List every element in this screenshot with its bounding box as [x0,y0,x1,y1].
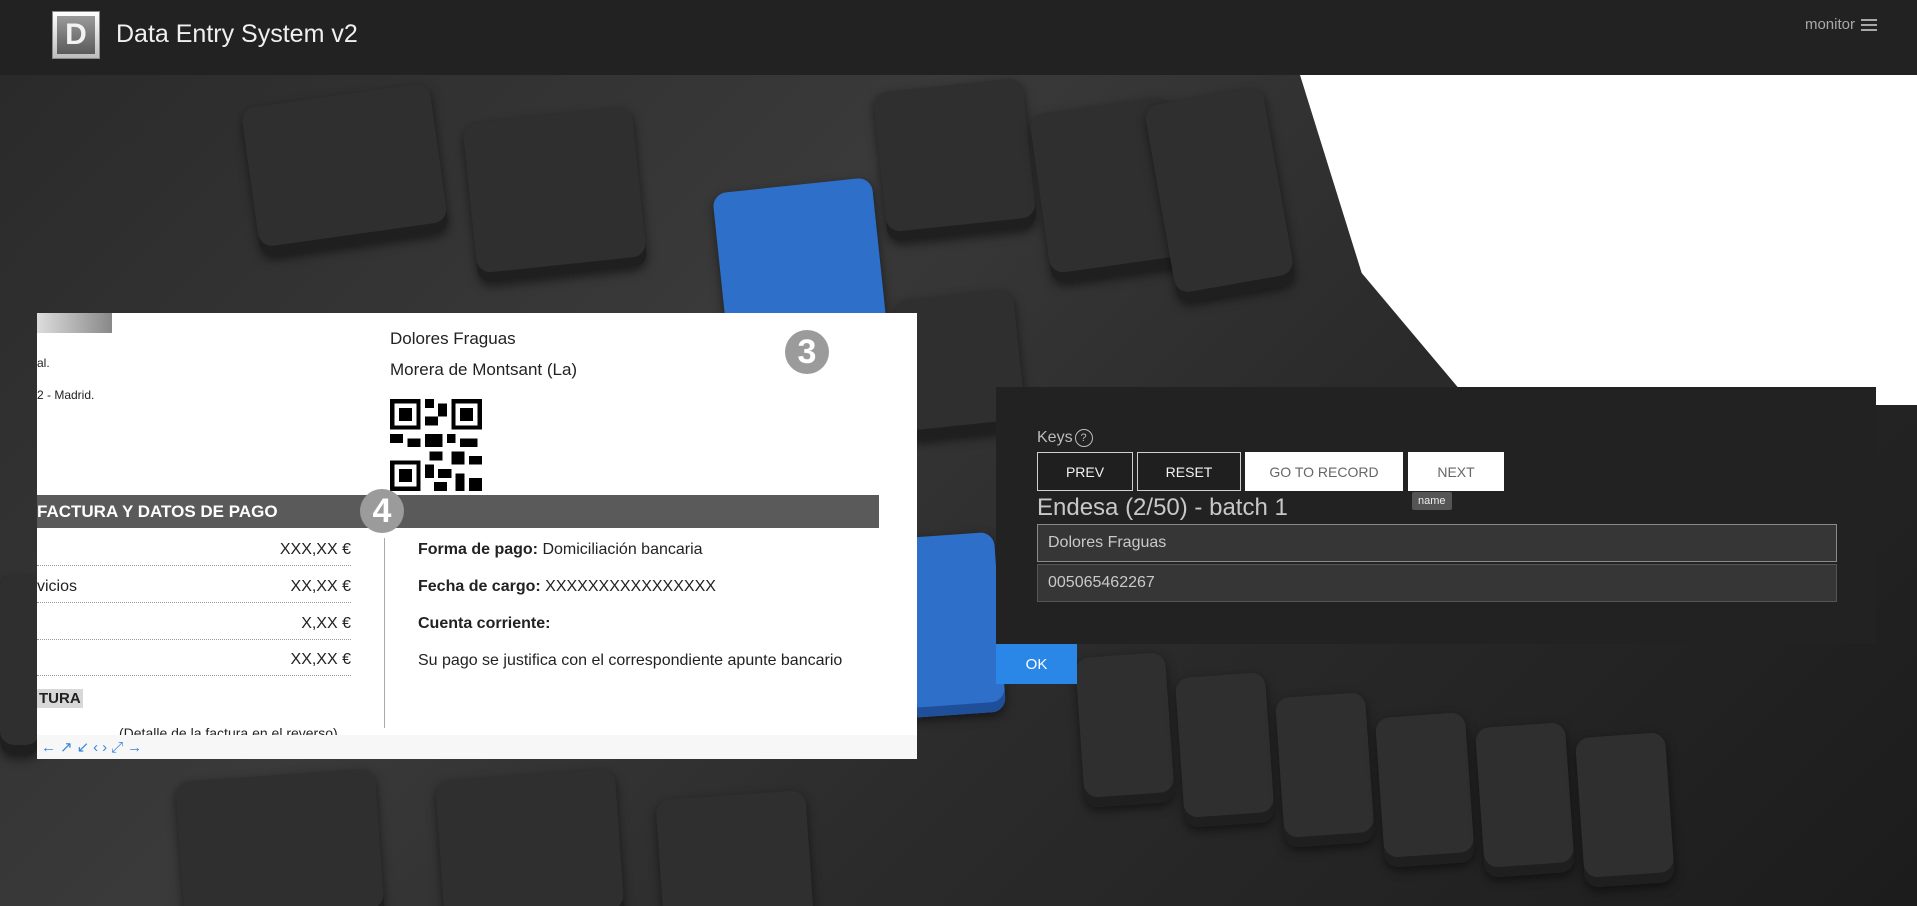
doc-customer-city: Morera de Montsant (La) [390,360,578,379]
doc-dotted-line [37,639,351,640]
hamburger-menu-icon[interactable] [1861,18,1877,31]
doc-amount-row-4-value: XX,XX € [290,651,351,668]
bg-key [1174,672,1276,828]
bg-key [1274,692,1376,848]
field-tooltip: name [1412,492,1452,510]
bg-key [240,82,450,258]
doc-payment-method-label: Forma de pago: [418,541,539,558]
go-to-record-button[interactable]: GO TO RECORD [1245,452,1403,491]
next-page-icon[interactable]: › [102,739,107,756]
fit-screen-icon[interactable]: ⤢ [111,739,123,756]
user-menu[interactable]: monitor [1805,16,1877,33]
qr-code-icon [390,399,482,491]
document-image: 3 Dolores Fraguas Morera de Montsant (La… [37,313,917,741]
reset-button[interactable]: RESET [1137,452,1241,491]
doc-amount-row-2-label: vicios [37,578,78,595]
doc-section-bar: FACTURA Y DATOS DE PAGO [37,495,879,528]
prev-button[interactable]: PREV [1037,452,1133,491]
app-title: Data Entry System v2 [116,20,358,48]
doc-account-label: Cuenta corriente: [418,615,551,632]
bg-key [1074,652,1176,808]
doc-address-line1: al. [37,356,50,370]
ok-button[interactable]: OK [996,644,1077,684]
bg-key [1474,722,1576,878]
doc-payment-method: Forma de pago: Domiciliación bancaria [418,541,703,559]
keys-label-text: Keys [1037,429,1073,446]
doc-dotted-line [37,602,351,603]
doc-charge-date-label: Fecha de cargo: [418,578,541,595]
help-icon[interactable]: ? [1074,429,1093,447]
doc-dotted-line [37,675,351,676]
record-title: Endesa (2/50) - batch 1 [1037,494,1288,521]
bg-key [655,789,815,906]
bg-key [462,106,648,284]
doc-vertical-divider [384,538,385,728]
app-header: D Data Entry System v2 monitor [0,0,1917,75]
doc-payment-method-value: Domiciliación bancaria [542,541,703,558]
doc-charge-date-value: XXXXXXXXXXXXXXXX [545,578,716,595]
id-input[interactable] [1037,564,1837,602]
background-white-area [1300,75,1917,405]
rotate-left-icon[interactable]: ← [41,739,56,756]
next-button[interactable]: NEXT [1408,452,1504,491]
keys-label: Keys ? [1037,429,1093,447]
bg-key [434,768,626,906]
doc-amount-row-1-value: XXX,XX € [279,541,351,558]
doc-section-title: FACTURA Y DATOS DE PAGO [37,502,278,521]
bg-key [1143,86,1297,304]
viewer-toolbar: ← ↗ ↙ ‹ › ⤢ → [37,735,917,759]
bg-key [0,575,40,755]
doc-dotted-line [37,565,351,566]
doc-customer-name: Dolores Fraguas [390,329,516,348]
zoom-in-icon[interactable]: ↗ [60,738,73,756]
document-viewer[interactable]: 3 Dolores Fraguas Morera de Montsant (La… [37,313,917,759]
doc-payment-note: Su pago se justifica con el correspondie… [418,652,843,669]
zoom-out-icon[interactable]: ↙ [77,738,90,756]
data-entry-panel: Keys ? PREV RESET GO TO RECORD NEXT name… [996,387,1876,644]
doc-amount-row-3-value: X,XX € [301,615,351,632]
user-name: monitor [1804,16,1855,33]
doc-amount-row-2-value: XX,XX € [290,578,351,595]
doc-header-fragment [37,313,112,333]
doc-total-label: TURA [37,689,83,708]
rotate-right-icon[interactable]: → [127,739,142,756]
bg-key [1574,732,1676,888]
bg-key [175,768,385,906]
doc-marker-4: 4 [360,489,404,533]
app-logo-letter: D [57,16,95,54]
doc-marker-3: 3 [785,330,829,374]
doc-address-line2: 2 - Madrid. [37,388,95,402]
bg-key [872,77,1038,243]
previous-page-icon[interactable]: ‹ [93,739,98,756]
app-logo: D [52,11,100,59]
bg-key [1374,712,1476,868]
doc-charge-date: Fecha de cargo: XXXXXXXXXXXXXXXX [418,578,716,596]
name-input[interactable] [1037,524,1837,562]
